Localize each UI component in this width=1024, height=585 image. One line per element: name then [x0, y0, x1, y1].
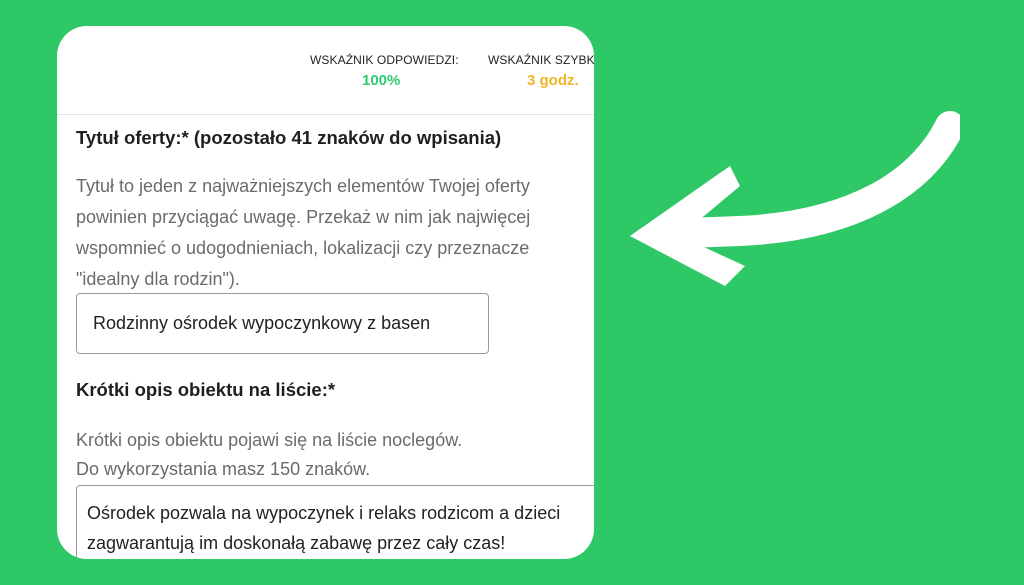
response-rate-value: 100% — [362, 72, 401, 89]
curved-arrow-left-icon — [630, 111, 960, 286]
stats-bar: WSKAŹNIK ODPOWIEDZI: 100% WSKAŹNIK SZYBK… — [57, 26, 594, 115]
speed-value: 3 godz. — [527, 72, 579, 89]
description-line: "idealny dla rodzin"). — [76, 269, 240, 289]
short-description-heading: Krótki opis obiektu na liście:* — [76, 379, 336, 400]
description-line: Tytuł to jeden z najważniejszych element… — [76, 176, 530, 196]
description-line: powinien przyciągać uwagę. Przekaż w nim… — [76, 207, 531, 227]
textarea-line: Ośrodek pozwala na wypoczynek i relaks r… — [87, 503, 561, 523]
form-card: WSKAŹNIK ODPOWIEDZI: 100% WSKAŹNIK SZYBK… — [57, 26, 594, 559]
speed-label: WSKAŹNIK SZYBK — [488, 53, 594, 67]
description-line: Do wykorzystania masz 150 znaków. — [76, 459, 371, 479]
short-description-help: Krótki opis obiektu pojawi się na liście… — [76, 426, 462, 484]
offer-title-description: Tytuł to jeden z najważniejszych element… — [76, 171, 530, 295]
response-rate-label: WSKAŹNIK ODPOWIEDZI: — [310, 53, 459, 67]
offer-title-heading: Tytuł oferty:* (pozostało 41 znaków do w… — [76, 127, 502, 148]
description-line: wspomnieć o udogodnieniach, lokalizacji … — [76, 238, 530, 258]
textarea-line: zagwarantują im doskonałą zabawę przez c… — [87, 533, 506, 553]
offer-title-input[interactable]: Rodzinny ośrodek wypoczynkowy z basen — [76, 293, 489, 354]
description-line: Krótki opis obiektu pojawi się na liście… — [76, 430, 463, 450]
short-description-textarea[interactable]: Ośrodek pozwala na wypoczynek i relaks r… — [76, 485, 594, 559]
